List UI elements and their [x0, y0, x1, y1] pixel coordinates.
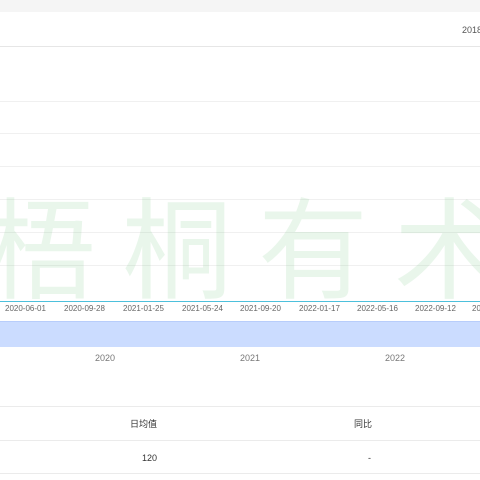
timeline-tick: 2021-05-24	[182, 304, 223, 313]
grid-line	[0, 199, 480, 200]
column-header-yoy: 同比	[354, 419, 373, 429]
top-bar	[0, 0, 480, 12]
watermark: 梧桐有术	[0, 188, 480, 316]
grid-line	[0, 133, 480, 134]
grid-line	[0, 166, 480, 167]
timeline-tick: 2020-06-01	[5, 304, 46, 313]
year-label: 2022	[385, 353, 406, 363]
table-header-row: 日均值 同比	[0, 406, 480, 440]
timeline-range-slider[interactable]	[0, 321, 480, 347]
table-row: 120 -	[0, 440, 480, 474]
chart-panel: 2018 梧桐有术 2020-06-01 2020-09-28 2021-01-…	[0, 12, 480, 392]
grid-line	[0, 232, 480, 233]
cell-avg: 120	[142, 453, 158, 463]
timeline-tick: 2021-01-25	[123, 304, 164, 313]
year-label: 2021	[240, 353, 261, 363]
timeline-tick: 2022-05-16	[357, 304, 398, 313]
timeline-tick: 2020-09-28	[64, 304, 105, 313]
timeline-tick: 2022-09-12	[415, 304, 456, 313]
timeline-tick: 20	[472, 304, 480, 313]
grid-line	[0, 101, 480, 102]
timeline-tick: 2022-01-17	[299, 304, 340, 313]
panel-divider	[0, 46, 480, 47]
timeline-axis	[0, 301, 480, 302]
range-label: 2018	[462, 25, 480, 35]
cell-yoy: -	[368, 453, 371, 463]
year-label: 2020	[95, 353, 116, 363]
column-header-avg: 日均值	[130, 419, 158, 429]
stats-table: 日均值 同比 120 -	[0, 406, 480, 474]
grid-line	[0, 265, 480, 266]
timeline-tick: 2021-09-20	[240, 304, 281, 313]
